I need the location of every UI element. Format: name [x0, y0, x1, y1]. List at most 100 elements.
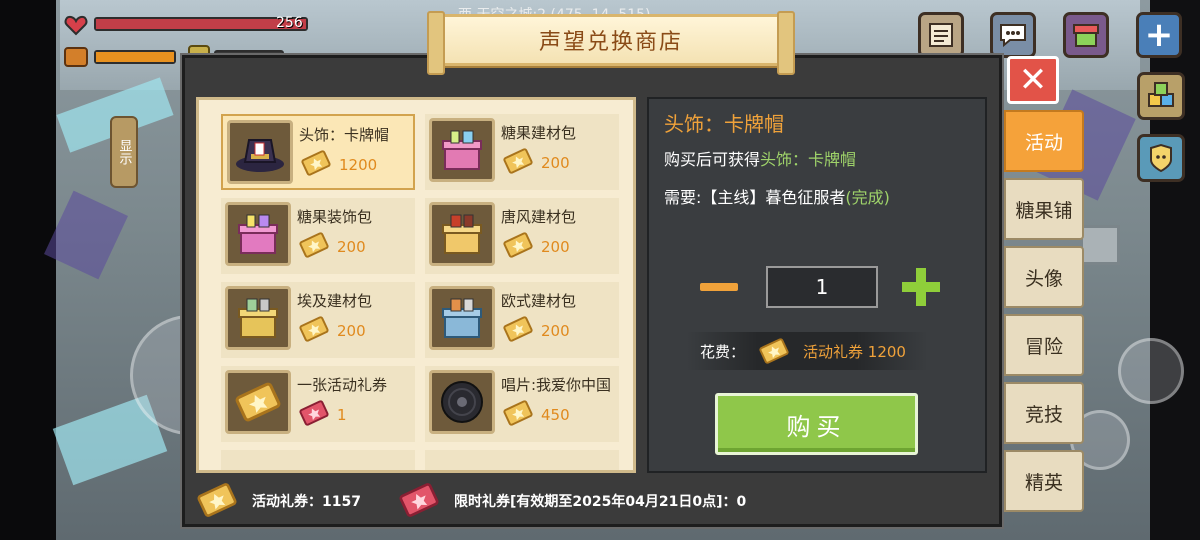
item-price: 1200 [339, 156, 378, 174]
gift-box-icon [238, 298, 278, 338]
gift-box-icon [442, 130, 482, 170]
buy-button-label: 购买 [786, 412, 847, 441]
action-button[interactable] [1118, 338, 1184, 404]
tab-elite[interactable]: 精英 [1004, 450, 1084, 512]
store-button[interactable] [1063, 12, 1109, 58]
item-name: 一张活动礼券 [297, 376, 388, 394]
item-price: 200 [541, 238, 570, 256]
block-decoration [1080, 225, 1120, 265]
cost-label: 花费： [700, 342, 746, 361]
event-ticket-icon [299, 232, 329, 258]
left-edge [0, 0, 56, 540]
blocks-button[interactable] [1137, 72, 1185, 120]
tab-candy-shop[interactable]: 糖果铺 [1004, 178, 1084, 240]
event-ticket-icon [299, 316, 329, 342]
detail-requirement: 需要:【主线】暮色征服者(完成) [664, 184, 890, 208]
tab-label: 糖果铺 [1015, 199, 1073, 222]
item-thumbnail [225, 286, 291, 350]
decrease-quantity-button[interactable] [700, 283, 738, 291]
event-ticket-icon [503, 232, 533, 258]
tab-adventure[interactable]: 冒险 [1004, 314, 1084, 376]
item-name: 头饰：卡牌帽 [299, 126, 390, 144]
record-icon [441, 381, 483, 423]
tab-arena[interactable]: 竞技 [1004, 382, 1084, 444]
show-toggle-label: 显示 [116, 139, 132, 165]
show-toggle-button[interactable]: 显示 [110, 116, 138, 188]
plus-icon: + [1144, 15, 1174, 55]
blocks-icon [1148, 82, 1174, 107]
hunger-icon [64, 47, 88, 67]
notebook-button[interactable] [918, 12, 964, 58]
item-price: 200 [541, 154, 570, 172]
item-card-candy-decor-pack[interactable]: 糖果装饰包 200 [221, 198, 415, 274]
item-name: 唱片:我爱你中国 [501, 376, 612, 394]
item-card-tang-build-pack[interactable]: 唐风建材包 200 [425, 198, 619, 274]
chat-button[interactable] [990, 12, 1036, 58]
close-icon: ✕ [1018, 60, 1048, 100]
item-list[interactable]: 头饰：卡牌帽 1200 糖果建材包 200 糖果装饰包 200 唐风建材包 20… [196, 97, 636, 473]
tab-label: 头像 [1024, 267, 1063, 290]
pet-icon [1150, 143, 1172, 173]
ticket-icon [235, 382, 281, 422]
item-thumbnail [227, 120, 293, 184]
item-thumbnail [225, 370, 291, 434]
pet-button[interactable] [1137, 134, 1185, 182]
item-card-card-hat[interactable]: 头饰：卡牌帽 1200 [221, 114, 415, 190]
item-card-partial[interactable] [425, 450, 619, 470]
detail-title: 头饰：卡牌帽 [664, 112, 784, 136]
item-thumbnail [429, 202, 495, 266]
tab-label: 竞技 [1024, 403, 1063, 426]
item-name: 唐风建材包 [501, 208, 577, 226]
limited-ticket-balance: 限时礼券[有效期至2025年04月21日0点]：0 [454, 494, 747, 510]
tab-label: 精英 [1024, 471, 1063, 494]
limited-ticket-icon [299, 400, 329, 426]
item-price: 1 [337, 406, 347, 424]
store-icon [1073, 24, 1099, 47]
currency-bar: 活动礼券：1157 限时礼券[有效期至2025年04月21日0点]：0 [185, 476, 1000, 524]
item-name: 糖果装饰包 [297, 208, 373, 226]
heart-icon [64, 15, 88, 36]
item-price: 450 [541, 406, 570, 424]
event-ticket-icon [503, 148, 533, 174]
buy-button[interactable]: 购买 [715, 393, 918, 455]
item-thumbnail [225, 202, 291, 266]
item-thumbnail [429, 370, 495, 434]
event-ticket-balance: 活动礼券：1157 [252, 494, 361, 510]
dialog-title: 声望兑换商店 [427, 11, 795, 75]
tab-avatar[interactable]: 头像 [1004, 246, 1084, 308]
limited-ticket-icon [399, 483, 439, 517]
tab-activity[interactable]: 活动 [1004, 110, 1084, 172]
quantity-field[interactable]: 1 [766, 266, 878, 308]
item-thumbnail [429, 118, 495, 182]
chat-icon [1000, 24, 1026, 48]
detail-requirement-status: (完成) [845, 188, 890, 207]
gift-box-icon [442, 214, 482, 254]
card-hat-icon [236, 139, 284, 172]
item-card-event-ticket[interactable]: 一张活动礼券 1 [221, 366, 415, 442]
cost-row: 花费： 活动礼券 1200 [686, 332, 928, 370]
item-card-partial[interactable] [221, 450, 415, 470]
item-card-egypt-build-pack[interactable]: 埃及建材包 200 [221, 282, 415, 358]
health-value: 256 [276, 15, 303, 31]
close-button[interactable]: ✕ [1007, 56, 1059, 104]
increase-quantity-button[interactable] [902, 268, 940, 306]
event-ticket-icon [503, 400, 533, 426]
item-name: 埃及建材包 [297, 292, 373, 310]
detail-reward-item: 头饰：卡牌帽 [760, 150, 857, 169]
item-card-candy-build-pack[interactable]: 糖果建材包 200 [425, 114, 619, 190]
gift-box-icon [238, 214, 278, 254]
item-price: 200 [337, 238, 366, 256]
detail-reward-prefix: 购买后可获得 [664, 150, 761, 169]
event-ticket-icon [759, 338, 789, 364]
block-decoration [44, 190, 128, 280]
item-card-record[interactable]: 唱片:我爱你中国 450 [425, 366, 619, 442]
detail-reward: 购买后可获得头饰：卡牌帽 [664, 146, 856, 170]
cost-value: 活动礼券 1200 [803, 342, 906, 361]
item-card-euro-build-pack[interactable]: 欧式建材包 200 [425, 282, 619, 358]
dialog-title-text: 声望兑换商店 [538, 30, 683, 55]
gift-box-icon [442, 298, 482, 338]
item-thumbnail [429, 286, 495, 350]
item-name: 糖果建材包 [501, 124, 577, 142]
hunger-bar [94, 50, 176, 64]
add-button[interactable]: + [1136, 12, 1182, 58]
